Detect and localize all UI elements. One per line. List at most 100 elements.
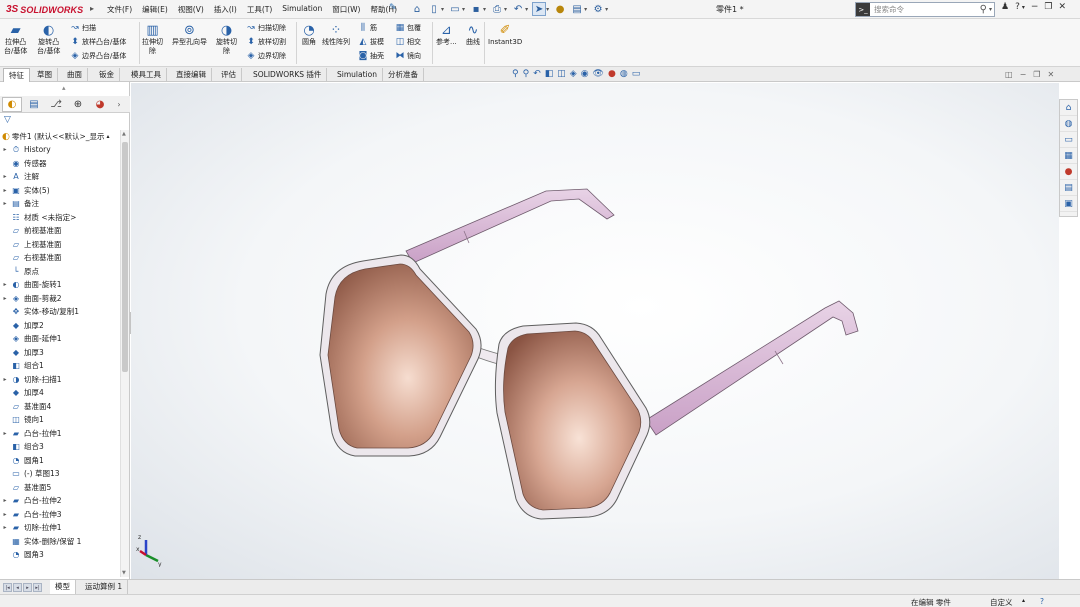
help-dropdown-icon[interactable]: ▾	[1022, 4, 1025, 11]
tree-item[interactable]: ◉ 传感器	[0, 157, 120, 171]
menu-window[interactable]: 窗口(W)	[327, 4, 365, 15]
pane-drag-handle[interactable]: ▴	[62, 84, 66, 92]
tree-item[interactable]: ▱ 前视基准面	[0, 224, 120, 238]
tree-item[interactable]: ▸ ▰ 凸台-拉伸1	[0, 427, 120, 441]
curves-button[interactable]: ∿ 曲线	[463, 22, 483, 47]
viewport-restore-icon[interactable]: ◫	[1005, 70, 1013, 79]
view-palette-icon[interactable]: ▦	[1060, 148, 1077, 164]
boundary-boss-button[interactable]: ◈ 边界凸台/基体	[70, 51, 127, 61]
open-icon[interactable]: ▭	[448, 2, 462, 16]
mirror-button[interactable]: ⧓ 镜向	[395, 51, 422, 61]
tree-item[interactable]: ▸ A 注解	[0, 170, 120, 184]
section-view-icon[interactable]: ◧	[545, 69, 554, 79]
search-input[interactable]: 搜索命令	[874, 4, 980, 15]
tree-item[interactable]: ◔ 圆角1	[0, 454, 120, 468]
expand-arrow-icon[interactable]: ▸	[0, 146, 10, 153]
swept-cut-button[interactable]: ↝ 扫描切除	[246, 23, 286, 33]
graphics-area[interactable]	[131, 83, 1059, 579]
wrap-button[interactable]: ▦ 包覆	[395, 23, 421, 33]
dimxpert-tab-icon[interactable]: ⊕	[68, 97, 88, 112]
revolve-boss-button[interactable]: ◐ 旋转凸 台/基体	[37, 22, 60, 56]
tree-item[interactable]: ◧ 组合1	[0, 359, 120, 373]
draft-button[interactable]: ◭ 拔模	[358, 37, 384, 47]
open-dropdown-icon[interactable]: ▾	[462, 6, 465, 13]
lofted-cut-button[interactable]: ⬍ 放样切割	[246, 37, 286, 47]
expand-arrow-icon[interactable]: ▸	[0, 511, 10, 518]
units-dropdown-icon[interactable]: ▴	[1022, 597, 1025, 604]
tree-item[interactable]: ◫ 镜向1	[0, 413, 120, 427]
tab-sketch[interactable]: 草图	[32, 68, 58, 82]
menu-insert[interactable]: 插入(I)	[209, 4, 242, 15]
tree-item[interactable]: ◈ 曲面-延伸1	[0, 332, 120, 346]
undo-dropdown-icon[interactable]: ▾	[525, 6, 528, 13]
tabs-scroll-right-icon[interactable]: ›	[112, 97, 126, 112]
loft-button[interactable]: ⬍ 放样凸台/基体	[70, 37, 126, 47]
tab-motion-study-1[interactable]: 运动算例 1	[80, 580, 129, 594]
tab-simulation[interactable]: Simulation	[332, 68, 383, 82]
file-properties-icon[interactable]: ▤	[570, 2, 584, 16]
extrude-boss-button[interactable]: ▰ 拉伸凸 台/基体	[4, 22, 27, 56]
scroll-down-icon[interactable]: ▼	[122, 570, 126, 576]
scrollbar-thumb[interactable]	[122, 142, 128, 372]
tree-item[interactable]: ▱ 上视基准面	[0, 238, 120, 252]
sweep-button[interactable]: ↝ 扫描	[70, 23, 96, 33]
tree-item[interactable]: ◔ 圆角3	[0, 548, 120, 562]
expand-arrow-icon[interactable]: ▸	[0, 173, 10, 180]
configuration-manager-tab-icon[interactable]: ⎇	[46, 97, 66, 112]
minimize-icon[interactable]: −	[1031, 2, 1039, 12]
user-icon[interactable]: ♟	[1001, 2, 1009, 12]
expand-arrow-icon[interactable]: ▸	[0, 430, 10, 437]
linear-pattern-button[interactable]: ⁘ 线性阵列	[322, 22, 350, 47]
tree-item[interactable]: ▱ 基准面5	[0, 481, 120, 495]
apply-scene-icon[interactable]: ◍	[620, 69, 628, 79]
tab-solidworks-addins[interactable]: SOLIDWORKS 插件	[248, 68, 328, 82]
menu-file[interactable]: 文件(F)	[102, 4, 137, 15]
print-icon[interactable]: ⎙	[490, 2, 504, 16]
units-custom[interactable]: 自定义	[990, 597, 1013, 607]
zoom-to-area-icon[interactable]: ⚲	[523, 69, 530, 79]
revolve-cut-button[interactable]: ◑ 旋转切 除	[216, 22, 237, 56]
expand-arrow-icon[interactable]: ▸	[0, 281, 10, 288]
fillet-button[interactable]: ◔ 圆角	[299, 22, 319, 47]
view-settings-icon[interactable]: ▭	[632, 69, 641, 79]
dynamic-annotation-icon[interactable]: ◫	[557, 69, 566, 79]
tree-item[interactable]: ▸ ⏱ History	[0, 143, 120, 157]
property-manager-tab-icon[interactable]: ▤	[24, 97, 44, 112]
tree-item[interactable]: ▸ ▣ 实体(5)	[0, 184, 120, 198]
search-dropdown-icon[interactable]: ▾	[989, 6, 992, 13]
expand-arrow-icon[interactable]: ▸	[0, 187, 10, 194]
sunglasses-model[interactable]	[131, 83, 1059, 579]
hide-show-items-icon[interactable]: 👁	[593, 69, 604, 79]
menu-expand-arrow-icon[interactable]: ▸	[90, 4, 94, 13]
search-icon[interactable]: ⚲	[980, 4, 987, 15]
options-gear-icon[interactable]: ⚙	[591, 2, 605, 16]
prev-tab-icon[interactable]: ◂	[13, 583, 22, 592]
search-commands-box[interactable]: >_ 搜索命令 ⚲ ▾	[855, 2, 995, 17]
help-icon[interactable]: ?	[1015, 2, 1020, 12]
expand-arrow-icon[interactable]: ▸	[0, 295, 10, 302]
menu-edit[interactable]: 编辑(E)	[137, 4, 173, 15]
tree-item[interactable]: └ 原点	[0, 265, 120, 279]
first-tab-icon[interactable]: |◂	[3, 583, 12, 592]
viewport-minimize-icon[interactable]: −	[1020, 70, 1027, 79]
undo-icon[interactable]: ↶	[511, 2, 525, 16]
scroll-up-icon[interactable]: ▲	[122, 131, 126, 137]
feature-manager-tab-icon[interactable]: ◐	[2, 97, 22, 112]
rebuild-icon[interactable]: ●	[553, 2, 567, 16]
tree-item[interactable]: ▭ (-) 草图13	[0, 467, 120, 481]
tab-sheet-metal[interactable]: 钣金	[94, 68, 120, 82]
restore-icon[interactable]: ❐	[1044, 2, 1052, 12]
tree-item[interactable]: ☷ 材质 <未指定>	[0, 211, 120, 225]
menu-tools[interactable]: 工具(T)	[242, 4, 277, 15]
filter-icon[interactable]: ▽	[4, 115, 11, 125]
select-dropdown-icon[interactable]: ▾	[546, 6, 549, 13]
file-explorer-icon[interactable]: ▭	[1060, 132, 1077, 148]
tab-analysis-prep[interactable]: 分析准备	[383, 68, 424, 82]
save-icon[interactable]: ▪	[469, 2, 483, 16]
edit-appearance-icon[interactable]: ●	[608, 69, 616, 79]
new-dropdown-icon[interactable]: ▾	[441, 6, 444, 13]
tree-item[interactable]: ▸ ◑ 切除-扫描1	[0, 373, 120, 387]
expand-arrow-icon[interactable]: ▸	[0, 524, 10, 531]
tree-item[interactable]: ▸ ◈ 曲面-剪裁2	[0, 292, 120, 306]
tree-item[interactable]: ▸ ▤ 备注	[0, 197, 120, 211]
